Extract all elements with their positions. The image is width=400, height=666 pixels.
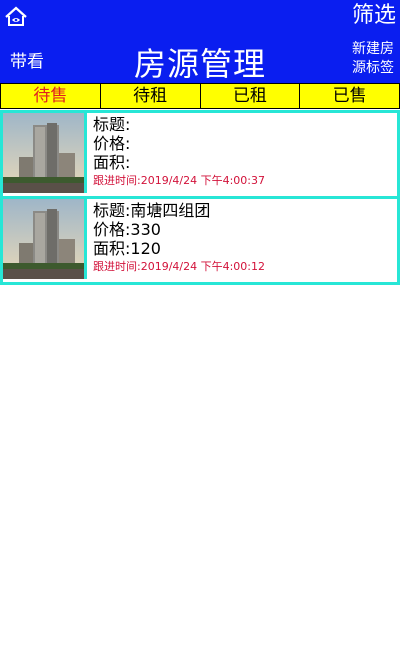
listing-card[interactable]: 标题:南塘四组团 价格:330 面积:120 跟进时间:2019/4/24 下午… (3, 199, 397, 285)
house-logo-icon[interactable] (4, 4, 28, 28)
listing-area: 面积: (93, 153, 131, 172)
listing-list: 标题: 价格: 面积: 跟进时间:2019/4/24 下午4:00:37 标题:… (0, 110, 400, 285)
follow-up-time: 跟进时间:2019/4/24 下午4:00:37 (93, 174, 266, 187)
tab-for-rent[interactable]: 待租 (101, 84, 201, 108)
listing-card[interactable]: 标题: 价格: 面积: 跟进时间:2019/4/24 下午4:00:37 (3, 113, 397, 199)
tab-sold[interactable]: 已售 (300, 84, 399, 108)
building-thumbnail (3, 113, 87, 193)
listing-info: 标题: 价格: 面积: 跟进时间:2019/4/24 下午4:00:37 (87, 113, 265, 196)
listing-price: 价格: (93, 134, 131, 153)
tab-for-sale[interactable]: 待售 (1, 84, 101, 108)
listing-title: 标题:南塘四组团 (93, 201, 211, 220)
filter-button[interactable]: 筛选 (352, 2, 396, 30)
new-listing-tag-button[interactable]: 新建房 源标签 (344, 40, 394, 78)
new-tag-label-line2: 源标签 (352, 60, 394, 76)
listing-area: 面积:120 (93, 239, 161, 258)
status-tab-bar: 待售 待租 已租 已售 (0, 83, 400, 109)
listing-title: 标题: (93, 115, 131, 134)
new-tag-label-line1: 新建房 (352, 41, 394, 57)
building-thumbnail (3, 199, 87, 279)
app-header: 筛选 带看 房源管理 新建房 源标签 (0, 0, 400, 83)
tab-rented[interactable]: 已租 (201, 84, 301, 108)
listing-price: 价格:330 (93, 220, 161, 239)
page-title: 房源管理 (133, 45, 266, 83)
follow-up-time: 跟进时间:2019/4/24 下午4:00:12 (93, 260, 266, 273)
listing-info: 标题:南塘四组团 价格:330 面积:120 跟进时间:2019/4/24 下午… (87, 199, 265, 282)
